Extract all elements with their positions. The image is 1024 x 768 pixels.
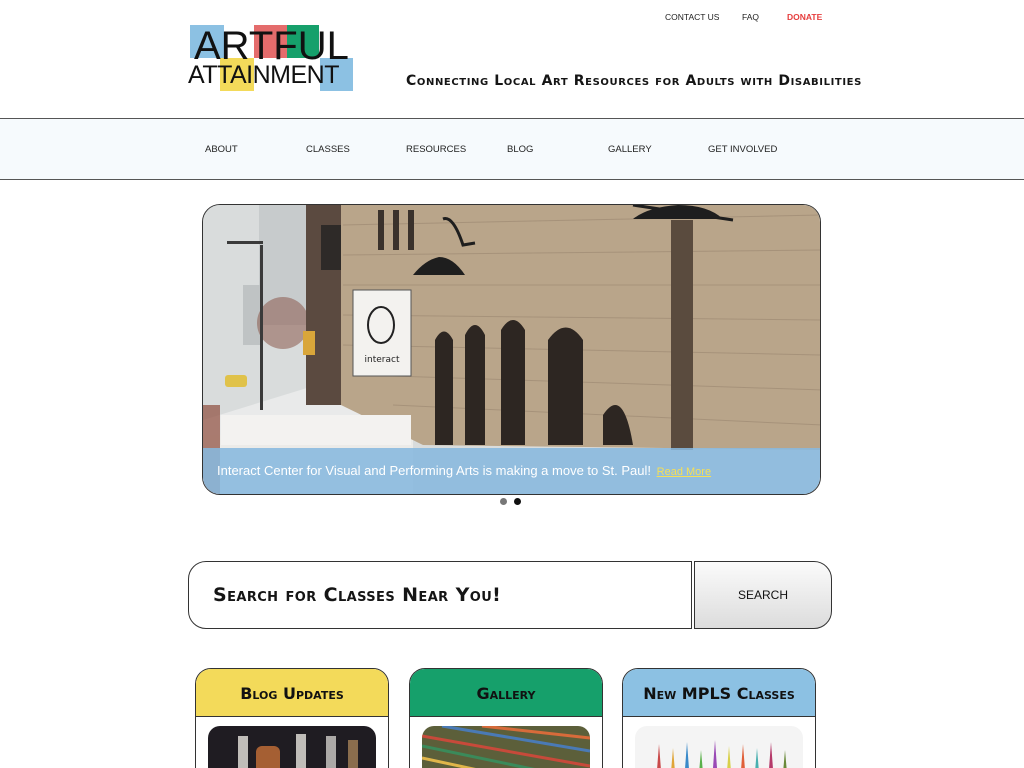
nav-item-get-involved[interactable]: GET INVOLVED	[708, 144, 777, 155]
search-button[interactable]: SEARCH	[694, 561, 832, 629]
nav-item-resources[interactable]: RESOURCES	[406, 144, 466, 155]
hero-caption: Interact Center for Visual and Performin…	[203, 448, 820, 494]
nav-item-about[interactable]: ABOUT	[205, 144, 238, 155]
card-blog-updates[interactable]: Blog Updates	[195, 668, 389, 768]
main-nav: ABOUT CLASSES RESOURCES BLOG GALLERY GET…	[0, 118, 1024, 180]
nav-item-gallery[interactable]: GALLERY	[608, 144, 652, 155]
hero-slider[interactable]: interact Interact Center for Visual and …	[202, 204, 821, 495]
class-search-input[interactable]	[188, 561, 692, 629]
slider-dot-1[interactable]	[500, 498, 507, 505]
logo-text-line2: ATTAINMENT	[188, 61, 340, 89]
faq-link[interactable]: FAQ	[742, 12, 759, 22]
card-title-blog-updates: Blog Updates	[196, 669, 388, 717]
nav-item-classes[interactable]: CLASSES	[306, 144, 350, 155]
card-title-gallery: Gallery	[410, 669, 602, 717]
card-new-mpls-classes[interactable]: New MPLS Classes	[622, 668, 816, 768]
logo-text-line1: ARTFUL	[194, 24, 349, 68]
hero-sign-text: interact	[365, 355, 400, 365]
donate-link[interactable]: DONATE	[787, 12, 822, 22]
hero-caption-text: Interact Center for Visual and Performin…	[217, 463, 652, 478]
site-tagline: Connecting Local Art Resources for Adult…	[406, 73, 862, 89]
slider-dot-2[interactable]	[514, 498, 521, 505]
blog-updates-thumbnail	[208, 726, 376, 768]
nav-item-blog[interactable]: BLOG	[507, 144, 533, 155]
read-more-link[interactable]: Read More	[657, 466, 711, 478]
gallery-thumbnail	[422, 726, 590, 768]
new-mpls-classes-thumbnail	[635, 726, 803, 768]
card-gallery[interactable]: Gallery	[409, 668, 603, 768]
contact-us-link[interactable]: CONTACT US	[665, 12, 719, 22]
site-logo[interactable]: ARTFUL ATTAINMENT	[188, 24, 354, 92]
site-header: ARTFUL ATTAINMENT Connecting Local Art R…	[0, 0, 1024, 118]
card-title-new-mpls-classes: New MPLS Classes	[623, 669, 815, 717]
